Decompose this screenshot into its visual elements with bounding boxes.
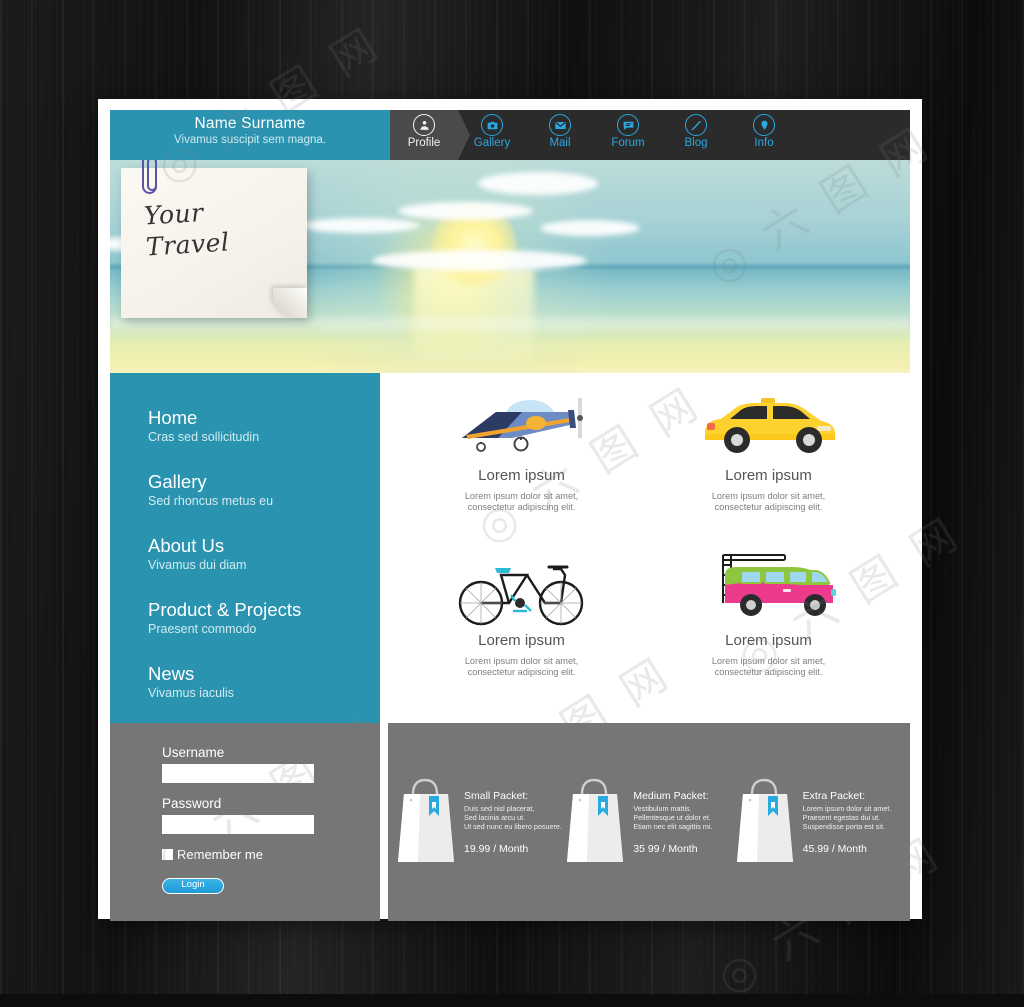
feature-card-taxi[interactable]: Lorem ipsum Lorem ipsum dolor sit amet, … — [645, 387, 892, 552]
nav-item-gallery[interactable]: Gallery — [458, 110, 526, 160]
nav-label: Mail — [549, 137, 571, 149]
feature-card-title: Lorem ipsum — [725, 467, 812, 484]
password-input[interactable] — [162, 815, 314, 834]
nav-label: Profile — [407, 137, 441, 149]
pricing-panel: Small Packet: Duis sed nisl placerat, Se… — [388, 723, 910, 921]
sidebar-item-subtitle: Praesent commodo — [148, 622, 257, 636]
person-icon — [413, 114, 435, 136]
username-input[interactable] — [162, 764, 314, 783]
cloud-shape — [372, 250, 587, 271]
sidebar-menu: Home Cras sed sollicitudin Gallery Sed r… — [110, 373, 380, 723]
sidebar-item-title: Gallery — [148, 471, 207, 492]
sticky-note-text: Your Travel — [143, 196, 230, 263]
remember-me-checkbox[interactable] — [162, 849, 173, 860]
cloud-shape — [540, 220, 640, 236]
pricing-item-name: Small Packet: — [464, 789, 529, 802]
pricing-item-info: Extra Packet: Lorem ipsum dolor sit amet… — [801, 790, 892, 855]
sidebar-item-about-us[interactable]: About Us Vivamus dui diam — [148, 534, 380, 574]
remember-me-row[interactable]: Remember me — [162, 847, 380, 862]
username-label: Username — [162, 745, 225, 760]
nav-item-info[interactable]: Info — [730, 110, 798, 160]
feature-card-desc: Lorem ipsum dolor sit amet, consectetur … — [464, 491, 579, 512]
sidebar-item-title: News — [148, 663, 195, 684]
pricing-item-lines: Duis sed nisl placerat, Sed lacinia arcu… — [464, 803, 562, 831]
nav-label: Info — [754, 137, 774, 149]
login-button[interactable]: Login — [162, 878, 224, 894]
pricing-item-info: Medium Packet: Vestibulum mattis. Pellen… — [631, 790, 712, 855]
paperclip-icon — [142, 160, 157, 194]
password-label: Password — [162, 796, 222, 811]
feature-card-desc: Lorem ipsum dolor sit amet, consectetur … — [711, 491, 826, 512]
pricing-item-small[interactable]: Small Packet: Duis sed nisl placerat, Se… — [396, 776, 565, 868]
shopping-bag-icon — [565, 776, 631, 868]
pricing-item-name: Medium Packet: — [633, 789, 709, 802]
sidebar-item-subtitle: Vivamus dui diam — [148, 558, 247, 572]
login-panel: Username Password Remember me Login — [110, 723, 380, 921]
van-icon — [645, 552, 892, 630]
nav-label: Forum — [611, 137, 645, 149]
sidebar-item-title: Product & Projects — [148, 599, 302, 620]
website-mockup-frame: Name Surname Vivamus suscipit sem magna.… — [98, 99, 922, 921]
sidebar-item-gallery[interactable]: Gallery Sed rhoncus metus eu — [148, 470, 380, 510]
sticky-note-line1: Your — [143, 197, 205, 231]
airplane-icon — [398, 387, 645, 465]
pricing-item-price: 19.99 / Month — [464, 842, 529, 855]
pencil-icon — [685, 114, 707, 136]
sidebar-item-title: About Us — [148, 535, 225, 556]
feature-card-bicycle[interactable]: Lorem ipsum Lorem ipsum dolor sit amet, … — [398, 552, 645, 717]
nav-item-profile[interactable]: Profile — [390, 110, 470, 160]
remember-me-label: Remember me — [177, 847, 263, 862]
feature-card-title: Lorem ipsum — [478, 632, 565, 649]
brand-tagline: Vivamus suscipit sem magna. — [174, 134, 326, 146]
shopping-bag-icon — [396, 776, 462, 868]
feature-card-title: Lorem ipsum — [478, 467, 565, 484]
taxi-icon — [645, 387, 892, 465]
nav-label: Gallery — [473, 137, 511, 149]
website-page: Name Surname Vivamus suscipit sem magna.… — [110, 110, 910, 921]
sidebar-item-subtitle: Cras sed sollicitudin — [148, 430, 260, 444]
sidebar-item-subtitle: Sed rhoncus metus eu — [148, 494, 274, 508]
camera-icon — [481, 114, 503, 136]
bicycle-icon — [398, 552, 645, 630]
pricing-item-price: 35 99 / Month — [633, 842, 698, 855]
pricing-item-price: 45.99 / Month — [802, 842, 867, 855]
location-pin-icon — [753, 114, 775, 136]
bottom-row: Username Password Remember me Login Smal… — [110, 723, 910, 921]
sidebar-item-title: Home — [148, 407, 198, 428]
nav-label: Blog — [684, 137, 708, 149]
site-header: Name Surname Vivamus suscipit sem magna.… — [110, 110, 910, 160]
shopping-bag-icon — [735, 776, 801, 868]
sidebar-item-home[interactable]: Home Cras sed sollicitudin — [148, 406, 380, 446]
nav-item-blog[interactable]: Blog — [662, 110, 730, 160]
sidebar-item-subtitle: Vivamus iaculis — [148, 686, 234, 700]
cloud-shape — [478, 172, 598, 195]
pricing-item-lines: Vestibulum mattis. Pellentesque ut dolor… — [633, 803, 713, 831]
feature-card-van[interactable]: Lorem ipsum Lorem ipsum dolor sit amet, … — [645, 552, 892, 717]
brand-name: Name Surname — [194, 115, 306, 132]
cloud-shape — [398, 202, 533, 220]
feature-card-title: Lorem ipsum — [725, 632, 812, 649]
feature-card-airplane[interactable]: Lorem ipsum Lorem ipsum dolor sit amet, … — [398, 387, 645, 552]
nav-item-forum[interactable]: Forum — [594, 110, 662, 160]
sticky-note-line2: Travel — [145, 227, 231, 262]
envelope-icon — [549, 114, 571, 136]
feature-card-desc: Lorem ipsum dolor sit amet, consectetur … — [711, 656, 826, 677]
pricing-item-info: Small Packet: Duis sed nisl placerat, Se… — [462, 790, 562, 855]
content-row: Home Cras sed sollicitudin Gallery Sed r… — [110, 373, 910, 723]
sidebar-item-news[interactable]: News Vivamus iaculis — [148, 662, 380, 702]
cloud-shape — [300, 218, 420, 233]
brand-block: Name Surname Vivamus suscipit sem magna. — [110, 110, 390, 160]
feature-card-desc: Lorem ipsum dolor sit amet, consectetur … — [464, 656, 579, 677]
pricing-item-extra[interactable]: Extra Packet: Lorem ipsum dolor sit amet… — [735, 776, 904, 868]
pricing-item-lines: Lorem ipsum dolor sit amet. Praesent ege… — [802, 803, 892, 831]
speech-bubble-icon — [617, 114, 639, 136]
main-navigation: Profile Gallery Mail Forum Blog Info — [390, 110, 910, 160]
nav-item-mail[interactable]: Mail — [526, 110, 594, 160]
pricing-item-medium[interactable]: Medium Packet: Vestibulum mattis. Pellen… — [565, 776, 734, 868]
hero-banner: Your Travel — [110, 160, 910, 373]
feature-cards: Lorem ipsum Lorem ipsum dolor sit amet, … — [380, 373, 910, 723]
pricing-item-name: Extra Packet: — [802, 789, 866, 802]
sidebar-item-product-projects[interactable]: Product & Projects Praesent commodo — [148, 598, 380, 638]
